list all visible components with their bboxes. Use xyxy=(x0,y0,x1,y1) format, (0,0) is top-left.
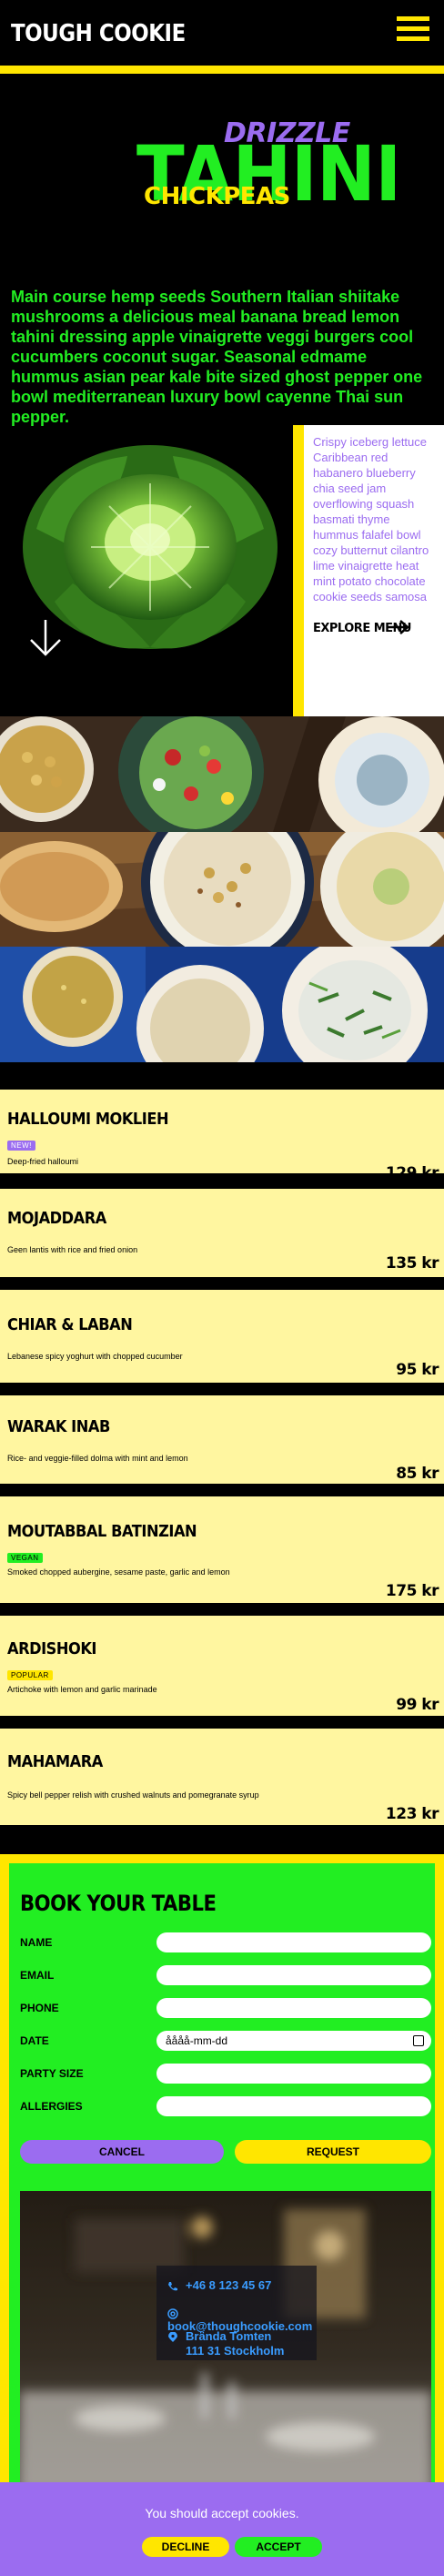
arrow-right-icon[interactable] xyxy=(386,620,409,634)
menu-item[interactable]: CHIAR & LABAN Lebanese spicy yoghurt wit… xyxy=(0,1287,444,1385)
logo[interactable]: TOUGH COOKIE xyxy=(11,20,186,47)
menu-item-name: CHIAR & LABAN xyxy=(7,1315,133,1334)
menu-section: HALLOUMI MOKLIEH NEW! Deep-fried halloum… xyxy=(0,1062,444,1854)
party-size-label: PARTY SIZE xyxy=(20,2067,84,2080)
request-button[interactable]: REQUEST xyxy=(235,2140,431,2164)
booking-section: BOOK YOUR TABLE NAME EMAIL PHONE DATE åå… xyxy=(0,1854,444,2491)
food-photo-strip xyxy=(0,716,444,832)
name-field[interactable] xyxy=(156,1932,431,1952)
hero-word-chickpeas: CHICKPEAS xyxy=(144,183,290,210)
site-header: TOUGH COOKIE xyxy=(0,0,444,66)
cookie-banner: You should accept cookies. DECLINE ACCEP… xyxy=(0,2482,444,2576)
menu-item[interactable]: MAHAMARA Spicy bell pepper relish with c… xyxy=(0,1726,444,1828)
menu-item-name: WARAK INAB xyxy=(7,1417,110,1436)
decline-button[interactable]: DECLINE xyxy=(142,2537,229,2557)
menu-item-price: 95 kr xyxy=(396,1361,439,1379)
accept-button[interactable]: ACCEPT xyxy=(235,2537,322,2557)
hamburger-icon[interactable] xyxy=(397,15,429,44)
menu-item[interactable]: ARDISHOKI POPULAR Artichoke with lemon a… xyxy=(0,1613,444,1719)
name-label: NAME xyxy=(20,1936,53,1949)
date-label: DATE xyxy=(20,2034,49,2047)
menu-item-desc: Lebanese spicy yoghurt with chopped cucu… xyxy=(7,1352,183,1361)
menu-item-price: 123 kr xyxy=(385,1805,439,1823)
food-photo-strip xyxy=(0,832,444,947)
menu-item-badge: VEGAN xyxy=(7,1553,43,1563)
explore-text: Crispy iceberg lettuce Caribbean red hab… xyxy=(313,435,430,607)
hero-intro: Main course hemp seeds Southern Italian … xyxy=(11,288,423,426)
date-field[interactable]: åååå-mm-dd xyxy=(156,2031,431,2051)
calendar-icon[interactable] xyxy=(413,2035,424,2046)
menu-item-badge: POPULAR xyxy=(7,1670,53,1680)
menu-item-desc: Geen lantis with rice and fried onion xyxy=(7,1245,138,1254)
phone-icon xyxy=(168,2281,177,2290)
email-field[interactable] xyxy=(156,1965,431,1985)
menu-item-badge: NEW! xyxy=(7,1141,35,1151)
contact-address-line2: 111 31 Stockholm xyxy=(186,2344,285,2358)
party-size-field[interactable] xyxy=(156,2064,431,2084)
menu-item-price: 129 kr xyxy=(385,1164,439,1182)
contact-address-line1: Brända Tomten xyxy=(186,2329,272,2343)
cookie-message: You should accept cookies. xyxy=(145,2506,299,2520)
contact-phone[interactable]: +46 8 123 45 67 xyxy=(186,2278,271,2292)
menu-item-name: MAHAMARA xyxy=(7,1752,103,1771)
menu-item[interactable]: MOUTABBAL BATINZIAN VEGAN Smoked chopped… xyxy=(0,1494,444,1606)
phone-label: PHONE xyxy=(20,2002,59,2014)
menu-item-desc: Smoked chopped aubergine, sesame paste, … xyxy=(7,1567,230,1577)
header-divider xyxy=(0,66,444,74)
menu-item[interactable]: WARAK INAB Rice- and veggie-filled dolma… xyxy=(0,1393,444,1486)
menu-item[interactable]: MOJADDARA Geen lantis with rice and frie… xyxy=(0,1186,444,1280)
menu-item-name: MOJADDARA xyxy=(7,1209,106,1228)
contact-card: +46 8 123 45 67 book@thoughcookie.com Br… xyxy=(156,2266,317,2360)
menu-item[interactable]: HALLOUMI MOKLIEH NEW! Deep-fried halloum… xyxy=(0,1087,444,1182)
location-icon xyxy=(168,2331,177,2342)
date-placeholder: åååå-mm-dd xyxy=(166,2034,228,2047)
menu-item-price: 85 kr xyxy=(396,1465,439,1483)
explore-panel: Crispy iceberg lettuce Caribbean red hab… xyxy=(293,425,444,716)
menu-item-price: 175 kr xyxy=(385,1582,439,1600)
allergies-field[interactable] xyxy=(156,2096,431,2116)
menu-item-desc: Rice- and veggie-filled dolma with mint … xyxy=(7,1454,188,1463)
allergies-label: ALLERGIES xyxy=(20,2100,83,2113)
scroll-down-icon[interactable] xyxy=(27,618,64,658)
menu-item-price: 135 kr xyxy=(385,1254,439,1273)
menu-item-price: 99 kr xyxy=(396,1696,439,1714)
booking-title: BOOK YOUR TABLE xyxy=(20,1891,217,1916)
food-photo-strip xyxy=(0,947,444,1062)
phone-field[interactable] xyxy=(156,1998,431,2018)
cancel-button[interactable]: CANCEL xyxy=(20,2140,224,2164)
menu-item-name: HALLOUMI MOKLIEH xyxy=(7,1110,169,1129)
menu-item-name: ARDISHOKI xyxy=(7,1639,97,1658)
at-icon xyxy=(167,2307,178,2319)
menu-item-desc: Artichoke with lemon and garlic marinade xyxy=(7,1685,157,1694)
email-label: EMAIL xyxy=(20,1969,55,1982)
menu-item-desc: Spicy bell pepper relish with crushed wa… xyxy=(7,1790,259,1800)
menu-item-desc: Deep-fried halloumi xyxy=(7,1157,79,1166)
hero-section: DRIZZLE TAHINI CHICKPEAS Main course hem… xyxy=(0,74,444,716)
booking-form: BOOK YOUR TABLE NAME EMAIL PHONE DATE åå… xyxy=(9,1863,435,2491)
restaurant-photo: +46 8 123 45 67 book@thoughcookie.com Br… xyxy=(20,2191,431,2491)
menu-item-name: MOUTABBAL BATINZIAN xyxy=(7,1522,197,1541)
